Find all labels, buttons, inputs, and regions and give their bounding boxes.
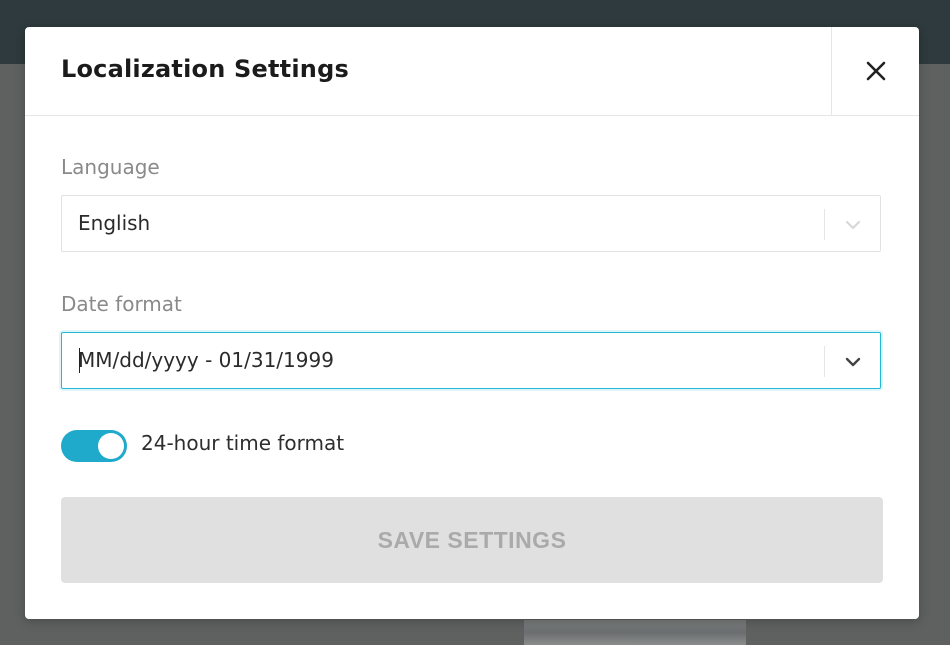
close-icon xyxy=(866,61,885,81)
close-button[interactable] xyxy=(831,27,919,115)
date-format-value: MM/dd/yyyy - 01/31/1999 xyxy=(78,348,334,372)
time-format-label: 24-hour time format xyxy=(141,431,345,455)
toggle-knob xyxy=(98,433,124,459)
select-divider xyxy=(824,209,825,240)
chevron-down-icon[interactable] xyxy=(842,351,864,373)
language-label: Language xyxy=(61,155,160,179)
language-select[interactable]: English xyxy=(61,195,881,252)
time-format-toggle[interactable] xyxy=(61,430,127,462)
language-value: English xyxy=(78,211,151,235)
save-settings-button[interactable]: SAVE SETTINGS xyxy=(61,497,883,583)
select-divider xyxy=(824,346,825,377)
dialog-header: Localization Settings xyxy=(25,27,919,116)
dialog-title: Localization Settings xyxy=(61,55,349,83)
background-image xyxy=(524,620,746,645)
chevron-down-icon[interactable] xyxy=(842,214,864,236)
date-format-label: Date format xyxy=(61,292,182,316)
date-format-select[interactable]: MM/dd/yyyy - 01/31/1999 xyxy=(61,332,881,389)
localization-settings-dialog: Localization Settings Language English D… xyxy=(25,27,919,619)
